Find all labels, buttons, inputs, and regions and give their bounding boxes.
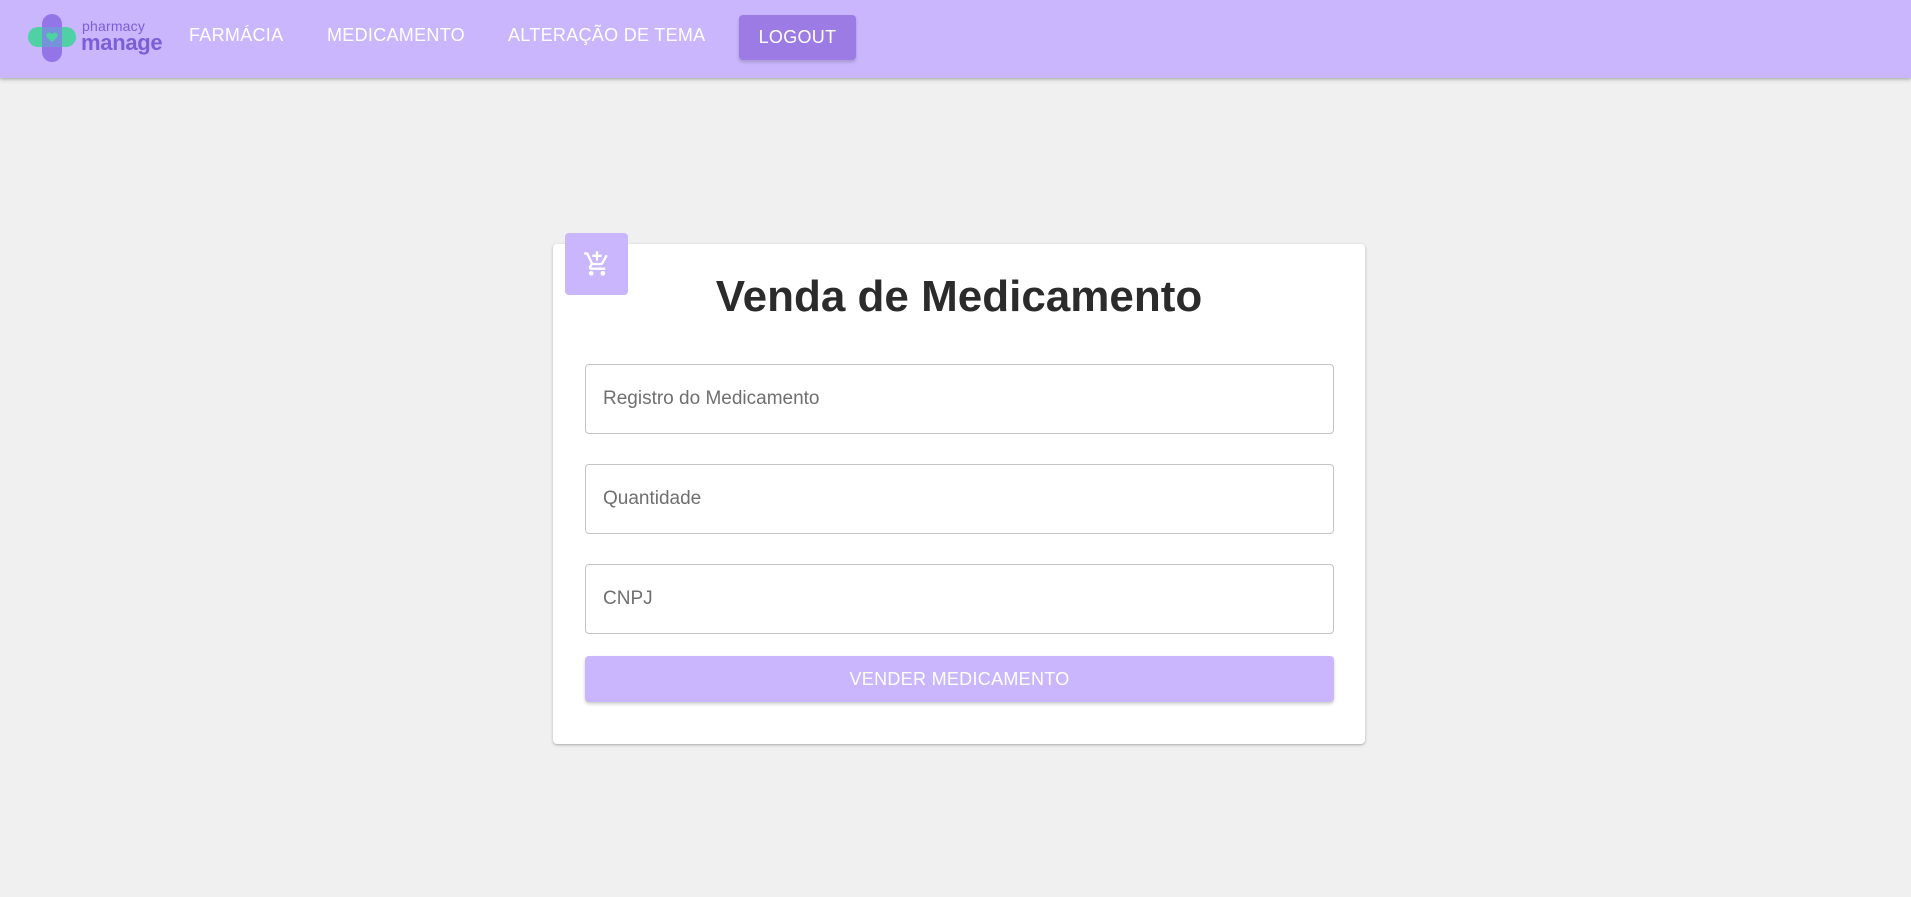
logout-button[interactable]: LOGOUT xyxy=(739,15,856,60)
nav-medicamento[interactable]: MEDICAMENTO xyxy=(327,25,465,51)
logo-text-large: manage xyxy=(81,30,163,55)
registro-medicamento-input[interactable] xyxy=(585,364,1334,434)
quantidade-input[interactable] xyxy=(585,464,1334,534)
nav-alteracao-de-tema[interactable]: ALTERAÇÃO DE TEMA xyxy=(508,25,705,51)
vender-medicamento-button[interactable]: VENDER MEDICAMENTO xyxy=(585,656,1334,702)
nav-farmacia[interactable]: FARMÁCIA xyxy=(189,25,283,51)
pharmacy-cross-heart-icon xyxy=(28,14,76,62)
cnpj-input[interactable] xyxy=(585,564,1334,634)
app-header: pharmacy manage FARMÁCIA MEDICAMENTO ALT… xyxy=(0,0,1911,78)
form-title: Venda de Medicamento xyxy=(715,272,1203,321)
app-logo[interactable]: pharmacy manage xyxy=(28,14,163,62)
